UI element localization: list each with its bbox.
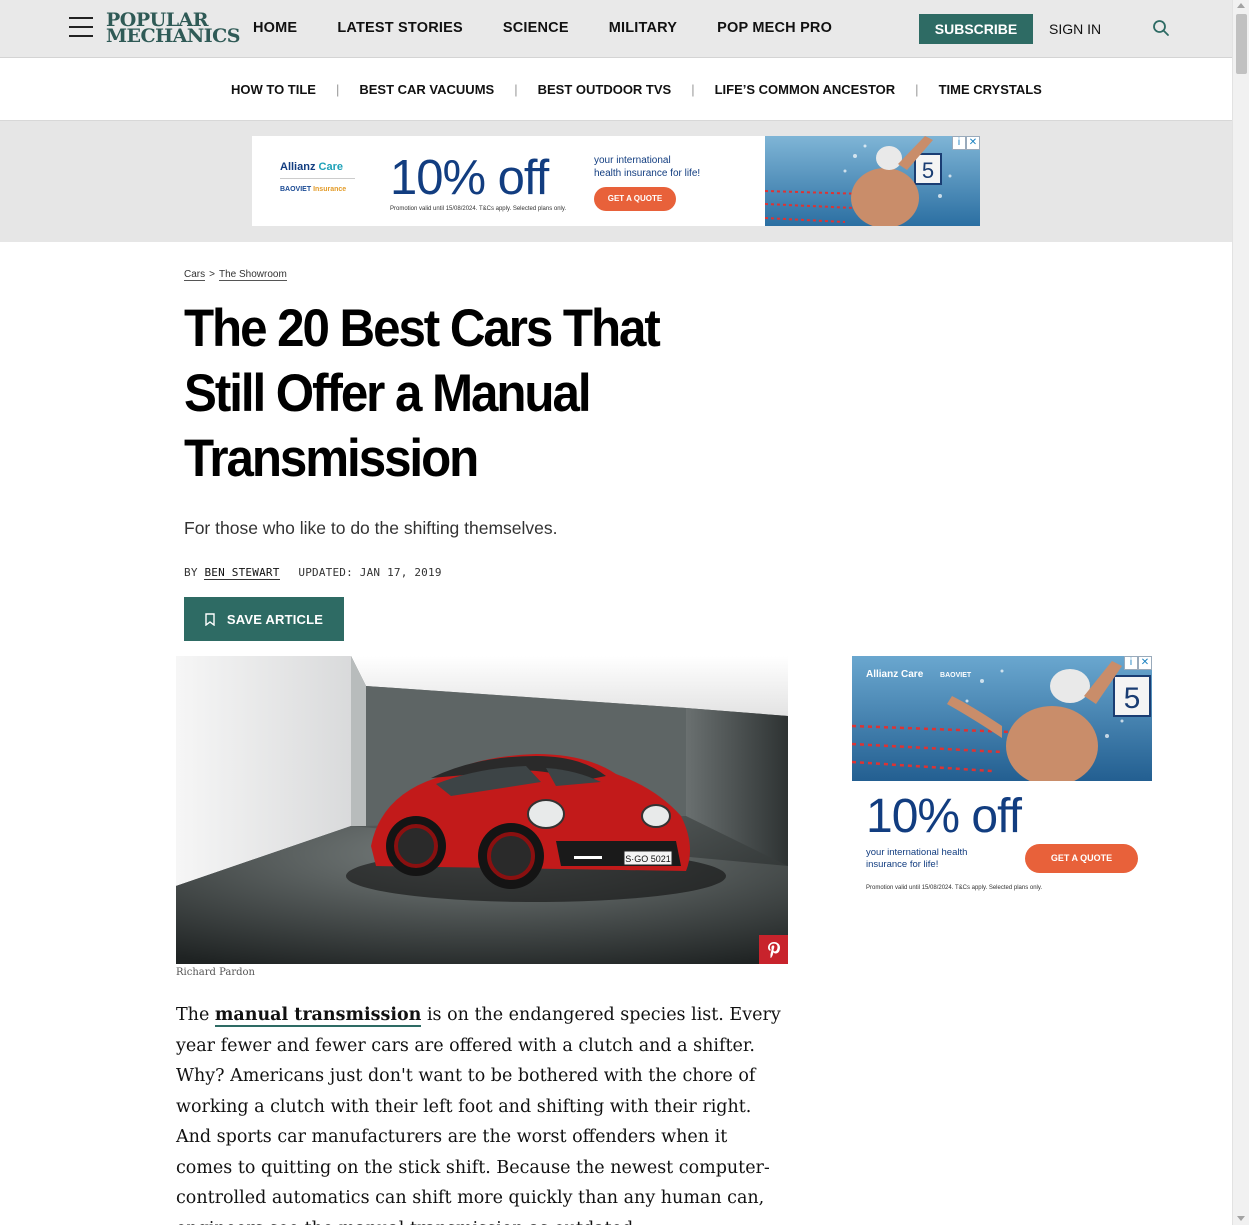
trending-link-lifes-common-ancestor[interactable]: LIFE’S COMMON ANCESTOR	[715, 82, 896, 97]
close-icon[interactable]: ✕	[966, 136, 980, 150]
ad-brand-box: Allianz Care BAOVIET Insurance	[252, 136, 372, 226]
hero-image-red-porsche: S·GO 5021	[176, 656, 788, 964]
close-icon[interactable]: ✕	[1138, 656, 1152, 670]
baoviet-logo: BAOVIET Insurance	[280, 186, 347, 193]
save-article-button[interactable]: SAVE ARTICLE	[184, 597, 344, 641]
allianz-logo: Allianz Care	[280, 161, 343, 173]
svg-text:S·GO 5021: S·GO 5021	[625, 854, 671, 864]
author-link[interactable]: BEN STEWART	[204, 566, 280, 580]
leaderboard-ad[interactable]: Allianz Care BAOVIET Insurance 10% off P…	[252, 136, 980, 226]
ad-headline: 10% off	[390, 151, 549, 205]
scroll-up-arrow-icon[interactable]	[1237, 3, 1245, 8]
scrollbar-thumb[interactable]	[1236, 14, 1247, 74]
get-a-quote-button[interactable]: GET A QUOTE	[1025, 844, 1138, 873]
ad-choices[interactable]: i ✕	[952, 136, 980, 150]
image-credit: Richard Pardon	[176, 967, 255, 978]
breadcrumb-cars[interactable]: Cars	[184, 269, 206, 281]
divider: |	[514, 82, 518, 97]
ad-headline: 10% off	[866, 790, 1022, 843]
logo-line-2: MECHANICS	[106, 25, 240, 47]
page: POPULAR MECHANICS HOME LATEST STORIES SC…	[0, 0, 1232, 1225]
divider: |	[335, 82, 340, 97]
main-nav: HOME LATEST STORIES SCIENCE MILITARY POP…	[253, 20, 872, 36]
ad-fine-print: Promotion valid until 15/08/2024. T&Cs a…	[390, 206, 567, 212]
top-navigation: POPULAR MECHANICS HOME LATEST STORIES SC…	[0, 0, 1232, 58]
search-icon[interactable]	[1152, 19, 1170, 37]
article-headline: The 20 Best Cars That Still Offer a Manu…	[184, 299, 661, 488]
bookmark-icon	[205, 612, 215, 626]
adchoices-icon[interactable]: i	[952, 136, 966, 150]
svg-text:5: 5	[1124, 682, 1141, 715]
svg-text:5: 5	[922, 158, 934, 183]
divider: |	[915, 82, 919, 97]
trending-link-best-car-vacuums[interactable]: BEST CAR VACUUMS	[359, 82, 494, 97]
trending-link-best-outdoor-tvs[interactable]: BEST OUTDOOR TVS	[538, 82, 672, 97]
nav-military[interactable]: MILITARY	[609, 20, 677, 36]
sign-in-link[interactable]: SIGN IN	[1049, 21, 1101, 37]
ad-tagline: your international health insurance for …	[866, 847, 968, 870]
breadcrumb-separator: >	[209, 269, 215, 280]
article-dek: For those who like to do the shifting th…	[184, 518, 558, 538]
subscribe-button[interactable]: SUBSCRIBE	[919, 14, 1033, 44]
body-lead: The	[176, 1005, 215, 1025]
article-body-paragraph: The manual transmission is on the endang…	[176, 1000, 788, 1225]
divider: |	[691, 82, 695, 97]
page-scrollbar[interactable]	[1232, 0, 1249, 1225]
byline: BY BEN STEWART UPDATED: JAN 17, 2019	[184, 566, 442, 580]
adchoices-icon[interactable]: i	[1124, 656, 1138, 670]
ad-tagline: your international health insurance for …	[594, 155, 701, 179]
trending-bar: HOW TO TILE | BEST CAR VACUUMS | BEST OUTD…	[0, 58, 1232, 121]
updated-date: UPDATED: JAN 17, 2019	[298, 566, 442, 579]
scroll-down-arrow-icon[interactable]	[1237, 1216, 1245, 1221]
ad-band: Allianz Care BAOVIET Insurance 10% off P…	[0, 121, 1232, 242]
nav-pop-mech-pro[interactable]: POP MECH PRO	[717, 20, 832, 36]
nav-science[interactable]: SCIENCE	[503, 20, 569, 36]
pinterest-icon	[767, 941, 780, 958]
by-label: BY	[184, 566, 198, 579]
body-rest: is on the endangered species list. Every…	[176, 1005, 781, 1225]
pinterest-share-button[interactable]	[759, 935, 788, 964]
swimmer-photo: 5	[765, 136, 980, 226]
ad-brand-logos: Allianz Care BAOVIET	[866, 669, 972, 680]
manual-transmission-link[interactable]: manual transmission	[214, 1005, 422, 1027]
breadcrumb-the-showroom[interactable]: The Showroom	[218, 269, 287, 281]
breadcrumb: Cars > The Showroom	[184, 269, 287, 281]
save-article-label: SAVE ARTICLE	[226, 611, 324, 627]
ad-fine-print: Promotion valid until 15/08/2024. T&Cs a…	[866, 885, 1043, 891]
nav-home[interactable]: HOME	[253, 20, 297, 36]
trending-link-time-crystals[interactable]: TIME CRYSTALS	[939, 82, 1042, 97]
divider	[280, 178, 355, 179]
get-a-quote-button[interactable]: GET A QUOTE	[594, 187, 676, 211]
trending-link-how-to-tile[interactable]: HOW TO TILE	[231, 82, 316, 97]
ad-choices[interactable]: i ✕	[1124, 656, 1152, 670]
sidebar-ad[interactable]: 5 Allianz Care BAOVIET i ✕ 10% off your …	[852, 656, 1152, 906]
nav-latest-stories[interactable]: LATEST STORIES	[337, 20, 463, 36]
menu-icon[interactable]	[69, 17, 93, 39]
site-logo[interactable]: POPULAR MECHANICS	[106, 11, 240, 47]
